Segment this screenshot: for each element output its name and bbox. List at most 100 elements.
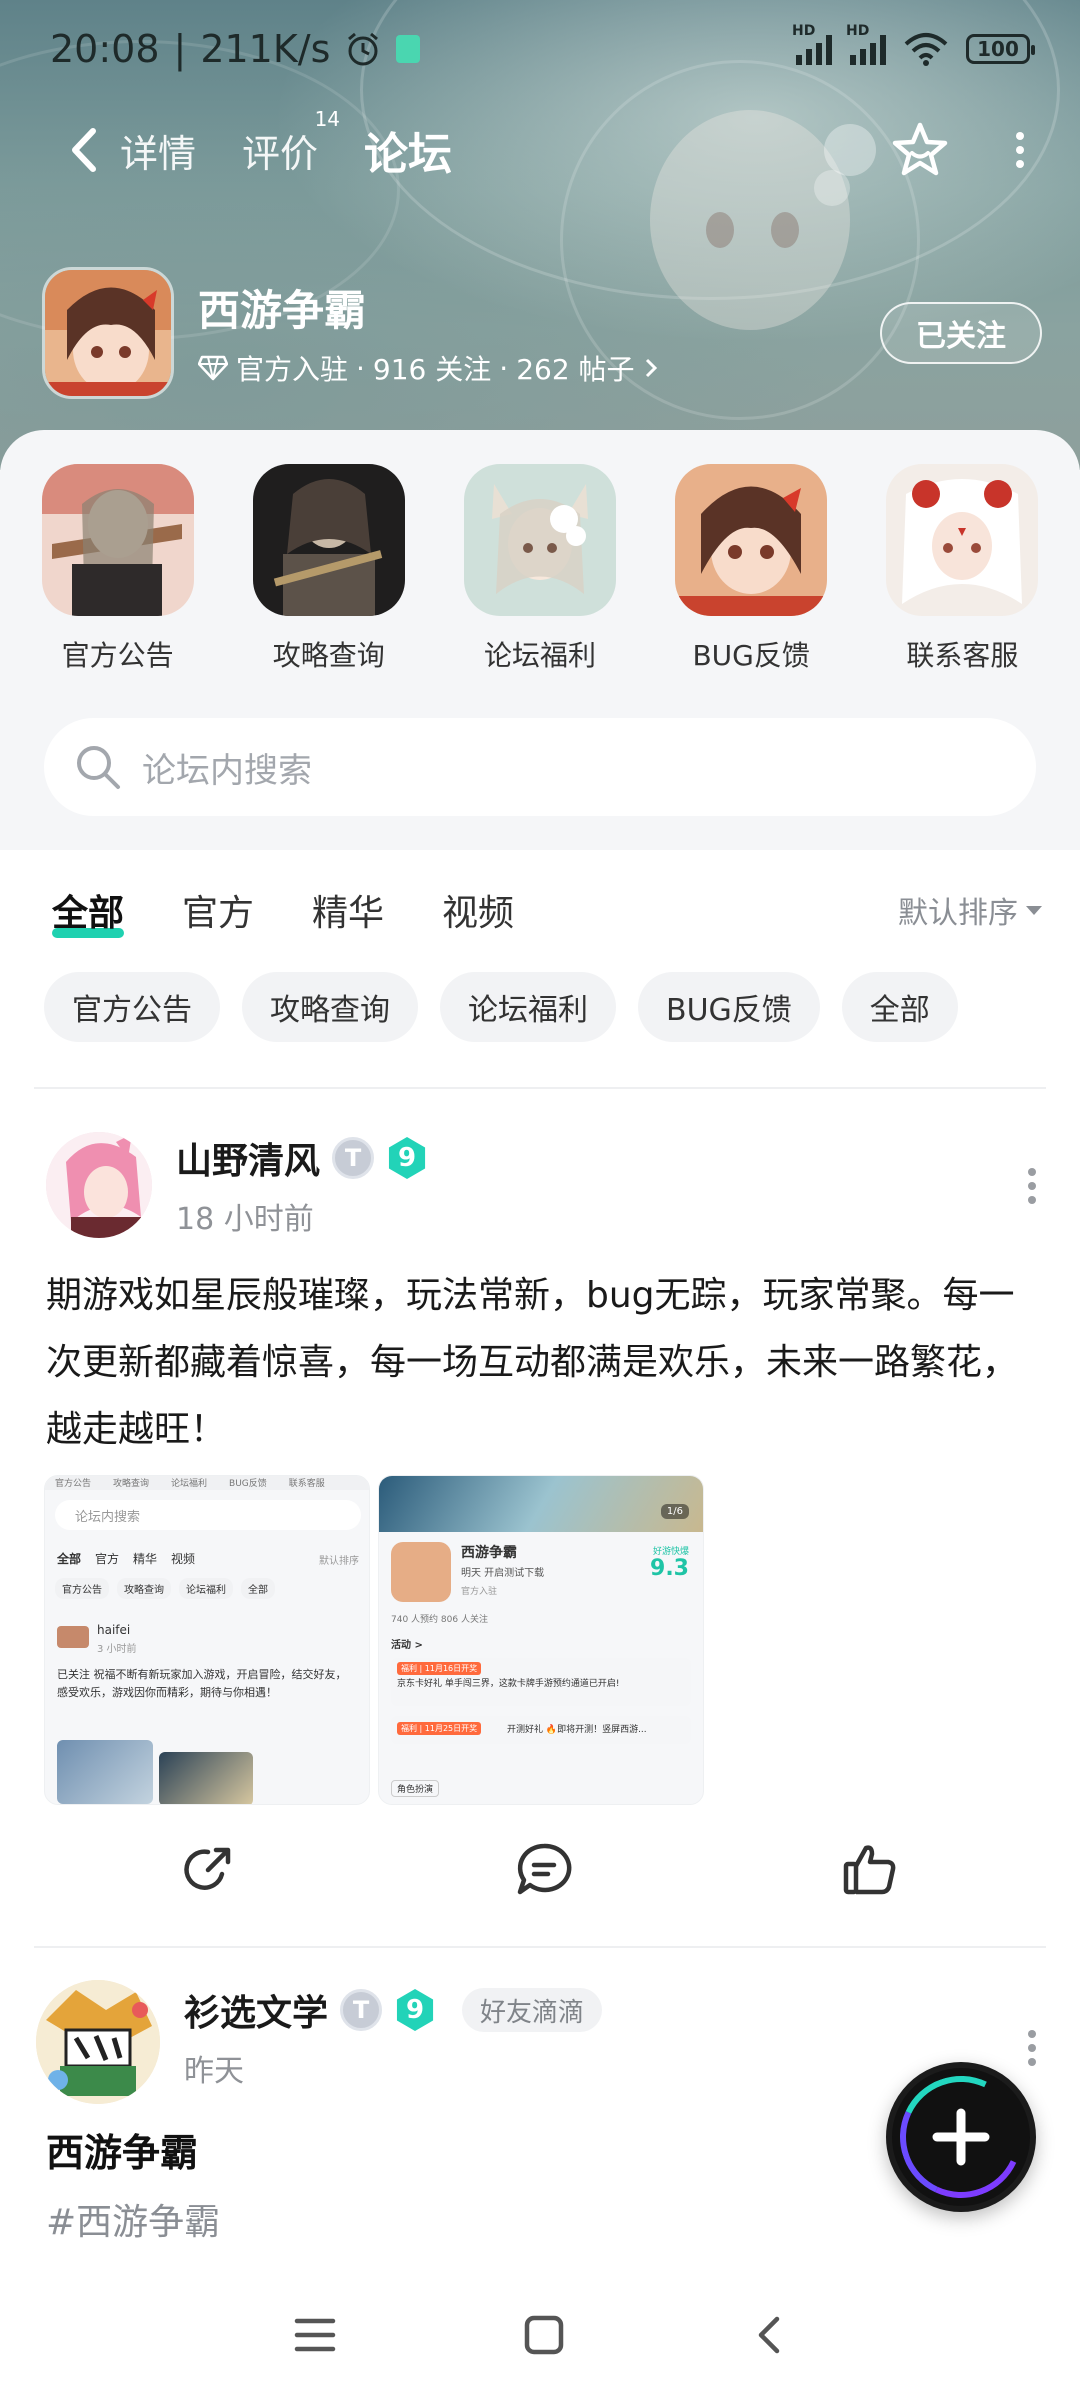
thumb-text: haifei [97,1623,131,1637]
thumb-text: 论坛内搜索 [75,1510,141,1525]
post-time: 18 小时前 [176,1202,314,1237]
category-official-announcement[interactable]: 官方公告 [33,464,203,684]
topic-chips: 官方公告 攻略查询 论坛福利 BUG反馈 全部 [44,972,1044,1042]
post-title[interactable]: 西游争霸 [46,2122,198,2177]
tab-details[interactable]: 详情 [120,123,196,178]
category-image [886,464,1039,616]
share-icon[interactable] [178,1840,238,1900]
like-icon[interactable] [840,1840,900,1900]
filter-tab-official[interactable]: 官方 [182,884,254,936]
category-label: 攻略查询 [272,639,385,672]
category-image [252,464,405,616]
filter-tab-featured[interactable]: 精华 [312,884,384,936]
avatar[interactable] [36,1980,160,2104]
thumb-text: 官方公告 [55,1479,92,1489]
meta-dot: · [499,351,509,385]
chip-guide-search[interactable]: 攻略查询 [242,972,418,1042]
section-divider [34,1946,1046,1948]
category-image [675,464,828,616]
thumb-text: 9.3 [650,1556,689,1581]
system-navigation-bar [0,2270,1080,2400]
signal-icon: HD [846,23,886,65]
home-icon[interactable] [522,2313,566,2357]
chip-bug-feedback[interactable]: BUG反馈 [638,972,820,1042]
post-more-icon[interactable] [1028,1168,1036,1204]
category-label: 官方公告 [61,639,174,672]
thumb-text: 官方 [95,1552,120,1566]
thumb-text: 全部 [57,1552,82,1566]
post-image[interactable]: 1/6 西游争霸 明天 开启测试下载 官方入驻 好游快爆 9.3 740 人预约… [378,1475,704,1805]
caret-down-icon [1026,905,1042,915]
level-badge: 9 [396,1989,434,2031]
chevron-right-icon [645,358,657,378]
forum-categories: 官方公告 攻略查询 论坛福利 BUG反馈 联系客服 [0,464,1080,684]
comment-icon[interactable] [514,1840,574,1900]
menu-icon[interactable] [293,2315,337,2355]
favorite-star-icon[interactable] [890,120,950,180]
category-image [41,464,194,616]
thumb-text: 全部 [241,1578,275,1599]
status-bar: 20:08 | 211K/s HD HD 100 [0,0,1080,98]
tab-reviews-label: 评价 [242,131,319,176]
more-options-icon[interactable] [1010,132,1030,168]
thumb-text: 明天 开启测试下载 [461,1568,545,1579]
forum-search-bar[interactable]: 论坛内搜索 [44,718,1036,816]
category-label: 论坛福利 [483,639,596,672]
thumb-text: 默认排序 [319,1556,359,1567]
post-images: 官方公告 攻略查询 论坛福利 BUG反馈 联系客服 论坛内搜索 全部 官方 精华… [44,1475,704,1805]
post-content[interactable]: 期游戏如星辰般璀璨，玩法常新，bug无踪，玩家常聚。每一次更新都藏着惊喜，每一场… [46,1262,1036,1463]
posts-count[interactable]: 262 帖子 [516,348,634,388]
network-type-label: HD [846,23,870,39]
thumb-text: 视频 [171,1552,196,1566]
thumb-text: 福利 | 11月16日开奖 [397,1662,482,1675]
review-count-badge: 14 [314,106,341,131]
wifi-icon [904,33,948,66]
category-customer-service[interactable]: 联系客服 [877,464,1047,684]
thumb-text: 京东卡好礼 单手闯三界，这款卡牌手游预约通道已开启! [397,1679,620,1689]
category-guide-search[interactable]: 攻略查询 [244,464,414,684]
category-bug-feedback[interactable]: BUG反馈 [666,464,836,684]
clock: 20:08 [50,27,160,71]
avatar[interactable] [46,1132,152,1238]
thumb-text: 已关注 祝福不断有新玩家加入游戏，开启冒险，结交好友，感受欢乐，游戏因你而精彩，… [57,1668,347,1699]
following-button[interactable]: 已关注 [880,301,1042,364]
chip-all[interactable]: 全部 [841,972,958,1042]
filter-tab-all[interactable]: 全部 [52,884,125,938]
create-post-button[interactable] [882,2058,1040,2216]
section-divider [34,1087,1046,1089]
thumb-text: 开测好礼 🔥即将开测！竖屏西游... [507,1725,647,1735]
category-forum-benefits[interactable]: 论坛福利 [455,464,625,684]
author-name[interactable]: 衫选文学 [184,1984,328,2036]
thumb-text: 官方入驻 [461,1587,498,1597]
author-name[interactable]: 山野清风 [176,1132,320,1184]
thumb-text: 攻略查询 [113,1479,150,1489]
sort-dropdown[interactable]: 默认排序 [898,888,1042,932]
chip-official-announcement[interactable]: 官方公告 [44,972,220,1042]
thumb-text: 1/6 [660,1504,689,1519]
filter-tab-video[interactable]: 视频 [442,884,514,936]
title-badge: T [332,1137,375,1179]
back-arrow-icon[interactable] [50,125,120,175]
post-filter-tabs: 全部 官方 精华 视频 默认排序 [52,875,1042,945]
game-icon[interactable] [42,266,174,399]
thumb-text: 740 人预约 806 人关注 [391,1615,488,1625]
chip-forum-benefits[interactable]: 论坛福利 [440,972,616,1042]
category-image [463,464,616,616]
signal-icon: HD [792,23,832,65]
post-image[interactable]: 官方公告 攻略查询 论坛福利 BUG反馈 联系客服 论坛内搜索 全部 官方 精华… [44,1475,370,1805]
tab-forum[interactable]: 论坛 [362,118,455,186]
post-more-icon[interactable] [1028,2030,1036,2066]
thumb-text: BUG反馈 [229,1479,267,1489]
battery-icon: 100 [966,34,1035,64]
meta-dot: · [356,351,365,385]
search-icon [77,746,120,789]
thumb-text: 联系客服 [288,1479,325,1489]
followers-count: 916 关注 [372,353,492,386]
plus-icon [932,2108,990,2166]
back-icon[interactable] [751,2313,787,2357]
post-hashtag[interactable]: #西游争霸 [46,2193,220,2245]
tab-reviews[interactable]: 评价 14 [242,107,340,178]
thumb-text: 活动 > [391,1640,423,1651]
post-time: 昨天 [184,2054,244,2089]
thumb-text: 精华 [133,1552,158,1566]
